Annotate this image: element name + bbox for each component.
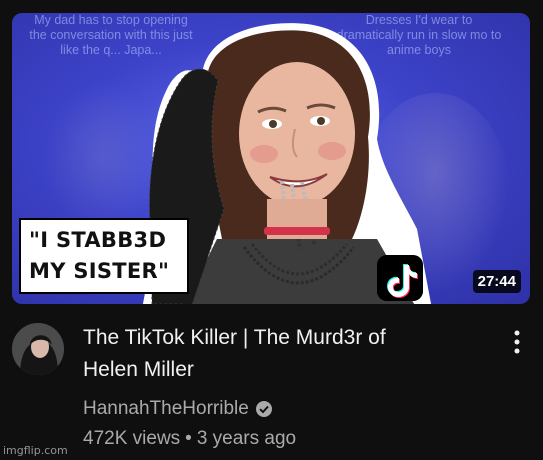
avatar-image [12, 323, 64, 375]
duration-badge: 27:44 [472, 270, 521, 293]
channel-avatar[interactable] [12, 323, 64, 375]
verified-check-icon [255, 401, 272, 417]
view-count: 472K views [83, 428, 181, 449]
video-title-line-1: The TikTok Killer | The Murd3r of [83, 326, 386, 349]
video-title-line-2: Helen Miller [83, 358, 194, 381]
channel-name[interactable]: HannahTheHorrible [83, 397, 249, 421]
thumbnail-quote-line-2: MY SISTER" [29, 259, 170, 283]
stats-separator: • [185, 428, 192, 449]
video-card: My dad has to stop opening the conversat… [0, 0, 543, 460]
thumbnail-quote-line-1: "I STABB3D [29, 228, 167, 252]
imgflip-watermark: imgflip.com [3, 444, 68, 457]
video-stats: 472K views • 3 years ago [83, 427, 296, 451]
video-thumbnail[interactable]: My dad has to stop opening the conversat… [12, 13, 530, 304]
more-options-icon[interactable] [506, 328, 528, 356]
channel-info: HannahTheHorrible [83, 397, 273, 421]
thumbnail-quote-box: "I STABB3D MY SISTER" [19, 218, 189, 294]
tiktok-icon [377, 255, 423, 301]
upload-age: 3 years ago [196, 428, 297, 449]
video-title[interactable]: The TikTok Killer | The Murd3r of Helen … [83, 322, 473, 386]
